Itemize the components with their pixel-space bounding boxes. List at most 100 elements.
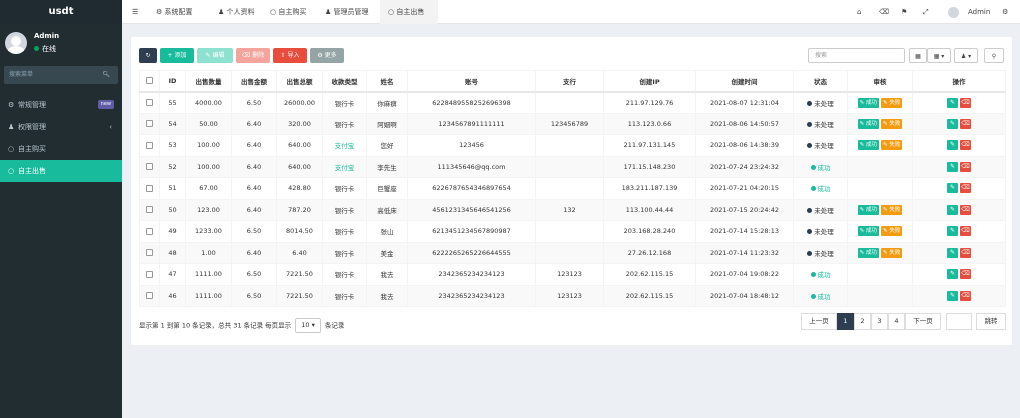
edit-row-button[interactable]: ✎ (947, 161, 958, 172)
sidebar-item-general[interactable]: ⚙ 常规管理 new (0, 94, 122, 116)
pagination-info: 显示第 1 到第 10 条记录，总共 31 条记录 每页显示 10 ▾ 条记录 (139, 318, 344, 333)
column-header[interactable]: 出售数量 (185, 70, 232, 93)
row-checkbox[interactable] (139, 155, 160, 178)
delete-row-button[interactable]: ⌫ (960, 97, 971, 108)
home-icon[interactable]: ⌂ (857, 0, 861, 24)
audit-fail-button[interactable]: ✎ 失败 (881, 204, 903, 215)
delete-row-button[interactable]: ⌫ (960, 226, 971, 237)
column-header[interactable]: 出售总额 (276, 70, 323, 93)
fullscreen-icon[interactable]: ⤢ (923, 0, 929, 24)
delete-row-button[interactable]: ⌫ (960, 118, 971, 129)
edit-row-button[interactable]: ✎ (947, 118, 958, 129)
column-header[interactable]: 收款类型 (322, 70, 367, 93)
audit-success-button[interactable]: ✎ 成功 (857, 140, 879, 151)
table-search-input[interactable]: 搜索 (808, 48, 905, 63)
columns-button[interactable]: ▦ ▾ (927, 48, 951, 63)
plus-icon: + (167, 52, 173, 59)
edit-row-button[interactable]: ✎ (947, 97, 958, 108)
sidebar-item-sell[interactable]: ○ 自主出售 (0, 160, 122, 182)
edit-row-button[interactable]: ✎ (947, 204, 958, 215)
tab-buy[interactable]: ○ 自主购买 (270, 0, 306, 24)
column-header[interactable]: 姓名 (366, 70, 408, 93)
audit-fail-button[interactable]: ✎ 失败 (881, 118, 903, 129)
delete-row-button[interactable]: ⌫ (960, 140, 971, 151)
gears-icon[interactable]: ⚙ (1002, 0, 1008, 24)
column-header[interactable]: 创建时间 (695, 70, 794, 93)
row-checkbox[interactable] (139, 241, 160, 264)
tab-admin-manage[interactable]: ♟ 管理员管理 (325, 0, 369, 24)
page-size-select[interactable]: 10 ▾ (295, 318, 321, 333)
toggle-view-button[interactable]: ▦ (909, 48, 927, 63)
row-checkbox[interactable] (139, 198, 160, 221)
delete-row-button[interactable]: ⌫ (960, 161, 971, 172)
delete-row-button[interactable]: ⌫ (960, 247, 971, 258)
edit-row-button[interactable]: ✎ (947, 226, 958, 237)
page-3-button[interactable]: 3 (871, 313, 888, 330)
cell-account: 6213451234567890987 (407, 220, 536, 243)
audit-fail-button[interactable]: ✎ 失败 (881, 140, 903, 151)
more-button[interactable]: ⚙ 更多 (310, 48, 344, 63)
column-header[interactable]: 状态 (793, 70, 848, 93)
row-checkbox[interactable] (139, 112, 160, 135)
app-logo[interactable]: usdt (0, 0, 122, 24)
column-header[interactable]: 账号 (407, 70, 536, 93)
tab-system-config[interactable]: ⚙ 系统配置 (156, 0, 193, 24)
audit-fail-button[interactable]: ✎ 失败 (881, 226, 903, 237)
audit-success-button[interactable]: ✎ 成功 (857, 204, 879, 215)
sidebar-item-permission[interactable]: ♟ 权限管理 ‹ (0, 116, 122, 138)
select-all-checkbox[interactable] (139, 70, 160, 93)
trash-icon[interactable]: ⌫ (879, 0, 889, 24)
next-page-button[interactable]: 下一页 (905, 313, 941, 330)
audit-fail-button[interactable]: ✎ 失败 (881, 247, 903, 258)
tab-sell[interactable]: ○ 自主出售 (380, 0, 438, 24)
delete-button[interactable]: ⌫ 删除 (236, 48, 270, 63)
column-header[interactable]: 出售金额 (231, 70, 277, 93)
search-icon[interactable]: 🔍︎ (102, 66, 110, 84)
row-checkbox[interactable] (139, 134, 160, 157)
edit-row-button[interactable]: ✎ (947, 247, 958, 258)
row-checkbox[interactable] (139, 91, 160, 114)
edit-row-button[interactable]: ✎ (947, 290, 958, 301)
jump-page-input[interactable] (946, 313, 972, 330)
import-button[interactable]: ⇧ 导入 (273, 48, 307, 63)
edit-row-button[interactable]: ✎ (947, 183, 958, 194)
delete-row-button[interactable]: ⌫ (960, 204, 971, 215)
sidebar-item-buy[interactable]: ○ 自主购买 (0, 138, 122, 160)
add-button[interactable]: + 添加 (160, 48, 194, 63)
audit-success-button[interactable]: ✎ 成功 (857, 226, 879, 237)
top-user-name[interactable]: Admin (968, 0, 990, 24)
avatar-small[interactable] (948, 0, 959, 24)
flag-icon[interactable]: ⚑ (901, 0, 907, 24)
delete-row-button[interactable]: ⌫ (960, 290, 971, 301)
page-1-button[interactable]: 1 (837, 313, 854, 330)
row-checkbox[interactable] (139, 284, 160, 307)
column-header[interactable]: ID (159, 70, 186, 93)
edit-row-button[interactable]: ✎ (947, 140, 958, 151)
tab-profile[interactable]: ♟ 个人资料 (218, 0, 255, 24)
jump-button[interactable]: 跳转 (976, 313, 1006, 330)
delete-row-button[interactable]: ⌫ (960, 269, 971, 280)
status-badge: 未处理 (793, 220, 848, 243)
audit-success-button[interactable]: ✎ 成功 (857, 118, 879, 129)
export-button[interactable]: ♟ ▾ (954, 48, 978, 63)
edit-button[interactable]: ✎ 编辑 (197, 48, 233, 63)
audit-fail-button[interactable]: ✎ 失败 (881, 97, 903, 108)
sidebar-search-input[interactable]: 搜索菜单 🔍︎ (4, 66, 118, 84)
edit-row-button[interactable]: ✎ (947, 269, 958, 280)
prev-page-button[interactable]: 上一页 (801, 313, 837, 330)
cell-ip: 113.123.0.66 (603, 112, 696, 135)
page-2-button[interactable]: 2 (854, 313, 871, 330)
audit-success-button[interactable]: ✎ 成功 (857, 247, 879, 258)
row-checkbox[interactable] (139, 263, 160, 286)
row-checkbox[interactable] (139, 177, 160, 200)
page-4-button[interactable]: 4 (888, 313, 905, 330)
refresh-button[interactable]: ↻ (139, 48, 157, 63)
delete-row-button[interactable]: ⌫ (960, 183, 971, 194)
advanced-search-button[interactable]: ⚲ (984, 48, 1004, 63)
menu-toggle-icon[interactable]: ☰ (132, 0, 138, 24)
row-checkbox[interactable] (139, 220, 160, 243)
audit-success-button[interactable]: ✎ 成功 (857, 97, 879, 108)
column-header[interactable]: 创建IP (603, 70, 696, 93)
column-header[interactable]: 支行 (535, 70, 604, 93)
search-icon: ⚲ (991, 53, 997, 60)
